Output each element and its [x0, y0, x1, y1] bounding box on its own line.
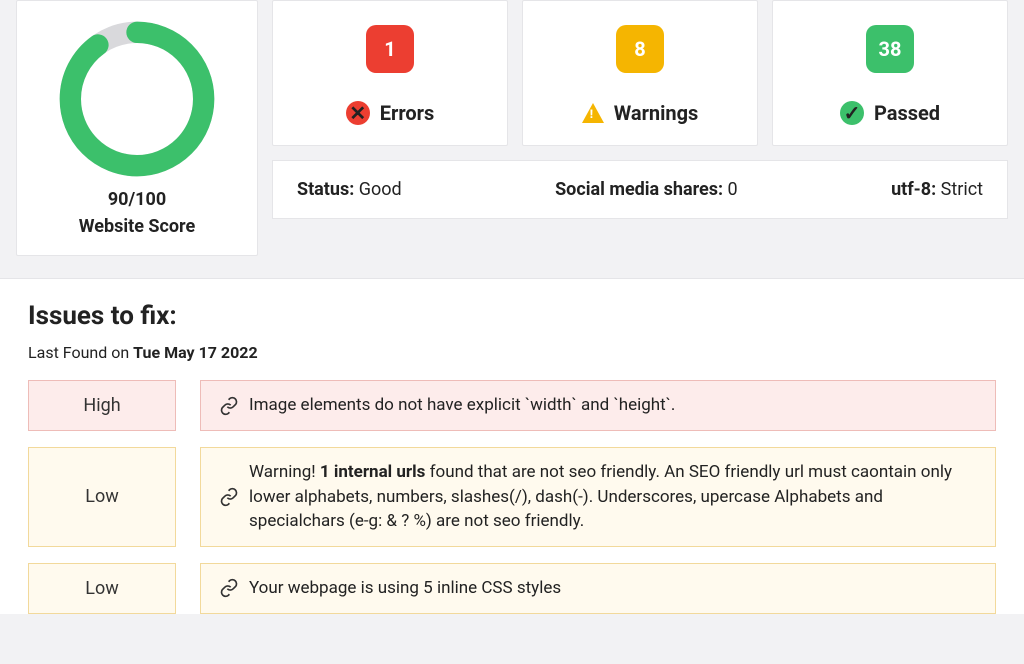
issue-description: Your webpage is using 5 inline CSS style… [200, 563, 996, 614]
issues-subtitle: Last Found on Tue May 17 2022 [28, 343, 996, 362]
issue-description: Image elements do not have explicit `wid… [200, 380, 996, 431]
warnings-card[interactable]: 8 Warnings [522, 0, 758, 146]
link-icon [219, 487, 239, 507]
link-icon [219, 578, 239, 598]
status-item: Status: Good [297, 179, 402, 200]
severity-badge: Low [28, 447, 176, 547]
issue-description: Warning! 1 internal urls found that are … [200, 447, 996, 547]
check-icon: ✓ [840, 101, 864, 125]
errors-card[interactable]: 1 ✕ Errors [272, 0, 508, 146]
severity-badge: Low [28, 563, 176, 614]
passed-card[interactable]: 38 ✓ Passed [772, 0, 1008, 146]
status-bar: Status: Good Social media shares: 0 utf-… [272, 160, 1008, 219]
link-icon [219, 396, 239, 416]
issues-list: High Image elements do not have explicit … [28, 380, 996, 614]
issue-row[interactable]: Low Warning! 1 internal urls found that a… [28, 447, 996, 547]
errors-label: Errors [380, 101, 434, 125]
website-score-card: 90/100 Website Score [16, 0, 258, 256]
issue-text: Warning! 1 internal urls found that are … [249, 460, 977, 534]
issue-row[interactable]: High Image elements do not have explicit … [28, 380, 996, 431]
warnings-count: 8 [616, 25, 664, 73]
passed-count: 38 [866, 25, 914, 73]
passed-label: Passed [874, 101, 940, 125]
score-value: 90/100 [27, 189, 247, 210]
score-ring [57, 19, 217, 179]
issue-text: Image elements do not have explicit `wid… [249, 393, 675, 418]
issues-section: Issues to fix: Last Found on Tue May 17 … [0, 278, 1024, 614]
issue-row[interactable]: Low Your webpage is using 5 inline CSS st… [28, 563, 996, 614]
errors-count: 1 [366, 25, 414, 73]
encoding-item: utf-8: Strict [891, 179, 983, 200]
issue-text: Your webpage is using 5 inline CSS style… [249, 576, 561, 601]
issues-title: Issues to fix: [28, 301, 996, 331]
score-ring-fg [70, 32, 203, 165]
error-icon: ✕ [346, 101, 370, 125]
shares-item: Social media shares: 0 [555, 179, 738, 200]
severity-badge: High [28, 380, 176, 431]
warning-icon [582, 103, 604, 123]
score-label: Website Score [27, 216, 247, 237]
warnings-label: Warnings [614, 101, 699, 125]
